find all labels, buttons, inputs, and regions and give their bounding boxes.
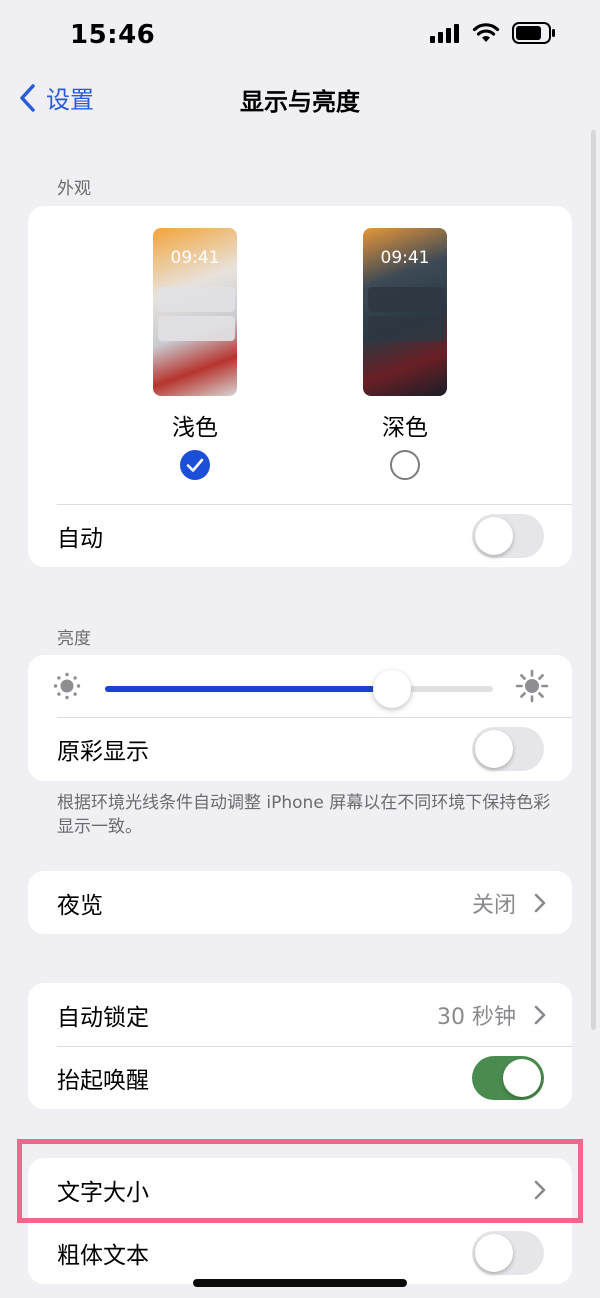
toggle-knob [475,1233,513,1272]
battery-icon [512,22,555,44]
night-shift-value: 关闭 [471,892,516,918]
bold-text-row: 粗体文本 [28,1221,572,1284]
dark-preview-time: 09:41 [380,248,430,268]
sun-max-icon [515,669,549,703]
auto-appearance-toggle[interactable] [472,513,544,558]
dark-preview-widget [368,287,445,312]
lock-card: 自动锁定 30 秒钟 抬起唤醒 [28,983,572,1109]
dark-mode-preview[interactable]: 09:41 [363,228,447,396]
bold-text-toggle[interactable] [472,1230,544,1275]
light-mode-preview[interactable]: 09:41 [153,228,237,396]
status-time: 15:46 [70,20,156,50]
dark-mode-radio[interactable] [390,450,420,480]
night-shift-label: 夜览 [57,892,103,919]
true-tone-label: 原彩显示 [57,739,149,765]
light-mode-radio[interactable] [180,450,210,480]
light-preview-widget [158,287,235,312]
display-brightness-screen: 15:46 设置 显示与亮度 外观 09:41 浅色 09:41 深色 自动 亮… [0,0,600,1298]
dark-preview-widget [368,316,445,341]
auto-lock-label: 自动锁定 [57,1004,149,1031]
raise-to-wake-label: 抬起唤醒 [57,1067,149,1094]
raise-to-wake-row: 抬起唤醒 [28,1046,572,1109]
true-tone-toggle[interactable] [472,727,544,771]
toggle-knob [475,730,513,768]
chevron-right-icon [534,893,546,912]
auto-appearance-label: 自动 [57,525,103,552]
sun-min-icon [53,672,81,700]
bold-text-label: 粗体文本 [57,1242,149,1269]
brightness-header: 亮度 [57,629,91,649]
chevron-right-icon [534,1005,546,1024]
raise-to-wake-toggle[interactable] [472,1055,544,1100]
appearance-header: 外观 [57,179,91,199]
true-tone-footer: 根据环境光线条件自动调整 iPhone 屏幕以在不同环境下保持色彩显示一致。 [57,793,551,837]
scrollbar[interactable] [591,130,596,1030]
brightness-slider-fill [105,686,393,692]
auto-lock-row[interactable]: 自动锁定 30 秒钟 [28,983,572,1046]
wifi-icon [472,23,500,42]
brightness-slider-thumb[interactable] [373,670,412,708]
auto-lock-value: 30 秒钟 [437,1004,516,1030]
auto-appearance-row: 自动 [28,504,572,567]
brightness-card: 原彩显示 [28,655,572,781]
night-shift-row[interactable]: 夜览 关闭 [28,871,572,934]
toggle-knob [503,1058,541,1097]
night-shift-card: 夜览 关闭 [28,871,572,934]
dark-mode-label: 深色 [382,415,428,441]
light-preview-widget [158,316,235,341]
cellular-signal-icon [430,24,459,43]
brightness-slider[interactable] [105,686,493,692]
light-preview-time: 09:41 [170,248,220,268]
checkmark-icon [186,458,204,472]
appearance-card: 09:41 浅色 09:41 深色 自动 [28,206,572,567]
status-icons [430,22,556,44]
light-mode-label: 浅色 [172,415,218,441]
true-tone-row: 原彩显示 [28,717,572,781]
toggle-knob [475,516,513,555]
page-title: 显示与亮度 [240,88,360,116]
home-indicator [193,1279,407,1287]
highlight-box [17,1139,583,1223]
